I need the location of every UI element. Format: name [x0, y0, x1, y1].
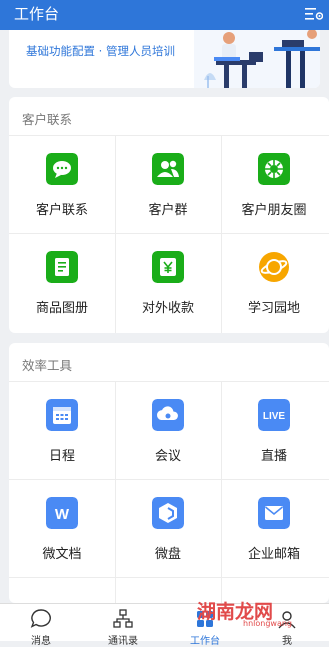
grid-item-meeting[interactable]: 会议 — [115, 381, 221, 479]
catalog-icon — [46, 251, 78, 283]
grid-item-label: 商品图册 — [35, 301, 88, 316]
section-title: 客户联系 — [22, 112, 73, 127]
grid-item-label: 日程 — [48, 449, 75, 464]
grid-item-micro-drive[interactable]: 微盘 — [115, 479, 221, 577]
mail-icon — [258, 497, 290, 529]
moments-icon — [258, 153, 290, 185]
tab-messages[interactable]: 消息 — [0, 604, 82, 647]
grid-item-live[interactable]: LIVE 直播 — [221, 381, 327, 479]
grid-item-micro-doc[interactable]: W 微文档 — [9, 479, 115, 577]
office-illustration-icon — [194, 30, 320, 88]
grid-item-label: 微盘 — [154, 547, 181, 562]
grid-item-schedule[interactable]: 日程 — [9, 381, 115, 479]
header-bar: 工作台 — [0, 0, 329, 30]
section-title: 效率工具 — [22, 358, 73, 373]
grid-item-external-payment[interactable]: 对外收款 — [115, 233, 221, 331]
grid-item-label: 客户群 — [148, 203, 188, 218]
svg-text:W: W — [55, 506, 70, 523]
live-icon: LIVE — [258, 399, 290, 431]
grid-item-label: 客户朋友圈 — [241, 203, 307, 218]
calendar-icon — [46, 399, 78, 431]
grid-item-customer-moments[interactable]: 客户朋友圈 — [221, 135, 327, 233]
drive-icon — [152, 497, 184, 529]
efficiency-tools-section: 效率工具 日程 会议 LIVE 直播 W 微文档 微盘 企业邮箱 — [9, 343, 329, 603]
grid-item-label: 微文档 — [42, 547, 82, 562]
tab-contacts[interactable]: 通讯录 — [82, 604, 164, 647]
chat-bubble-icon — [46, 153, 78, 185]
grid-item-label: 对外收款 — [141, 301, 194, 316]
training-banner[interactable]: 基础功能配置 · 管理人员培训 — [9, 30, 320, 88]
grid-item-label: 会议 — [154, 449, 181, 464]
message-icon — [30, 609, 51, 628]
doc-icon: W — [46, 497, 78, 529]
grid-item-customer-group[interactable]: 客户群 — [115, 135, 221, 233]
grid-item-product-catalog[interactable]: 商品图册 — [9, 233, 115, 331]
planet-icon — [259, 252, 289, 282]
svg-text:LIVE: LIVE — [263, 411, 286, 422]
grid-item-learning-park[interactable]: 学习园地 — [221, 233, 327, 331]
grid-item-label: 企业邮箱 — [247, 547, 300, 562]
page-title: 工作台 — [14, 5, 60, 23]
grid-item-customer-contact[interactable]: 客户联系 — [9, 135, 115, 233]
settings-icon[interactable] — [305, 6, 323, 22]
meeting-icon — [152, 399, 184, 431]
yuan-icon — [152, 251, 184, 283]
grid-item-enterprise-mail[interactable]: 企业邮箱 — [221, 479, 327, 577]
banner-text: 基础功能配置 · 管理人员培训 — [26, 44, 175, 58]
watermark-sub: hnlongwang — [243, 619, 292, 628]
group-icon — [152, 153, 184, 185]
contacts-icon — [113, 609, 133, 628]
grid-item-label: 直播 — [260, 449, 287, 464]
grid-item-label: 学习园地 — [247, 301, 300, 316]
grid-item-label: 客户联系 — [35, 203, 88, 218]
customer-contact-section: 客户联系 客户联系 客户群 客户朋友圈 商品图册 对外收款 学习园地 — [9, 97, 329, 333]
